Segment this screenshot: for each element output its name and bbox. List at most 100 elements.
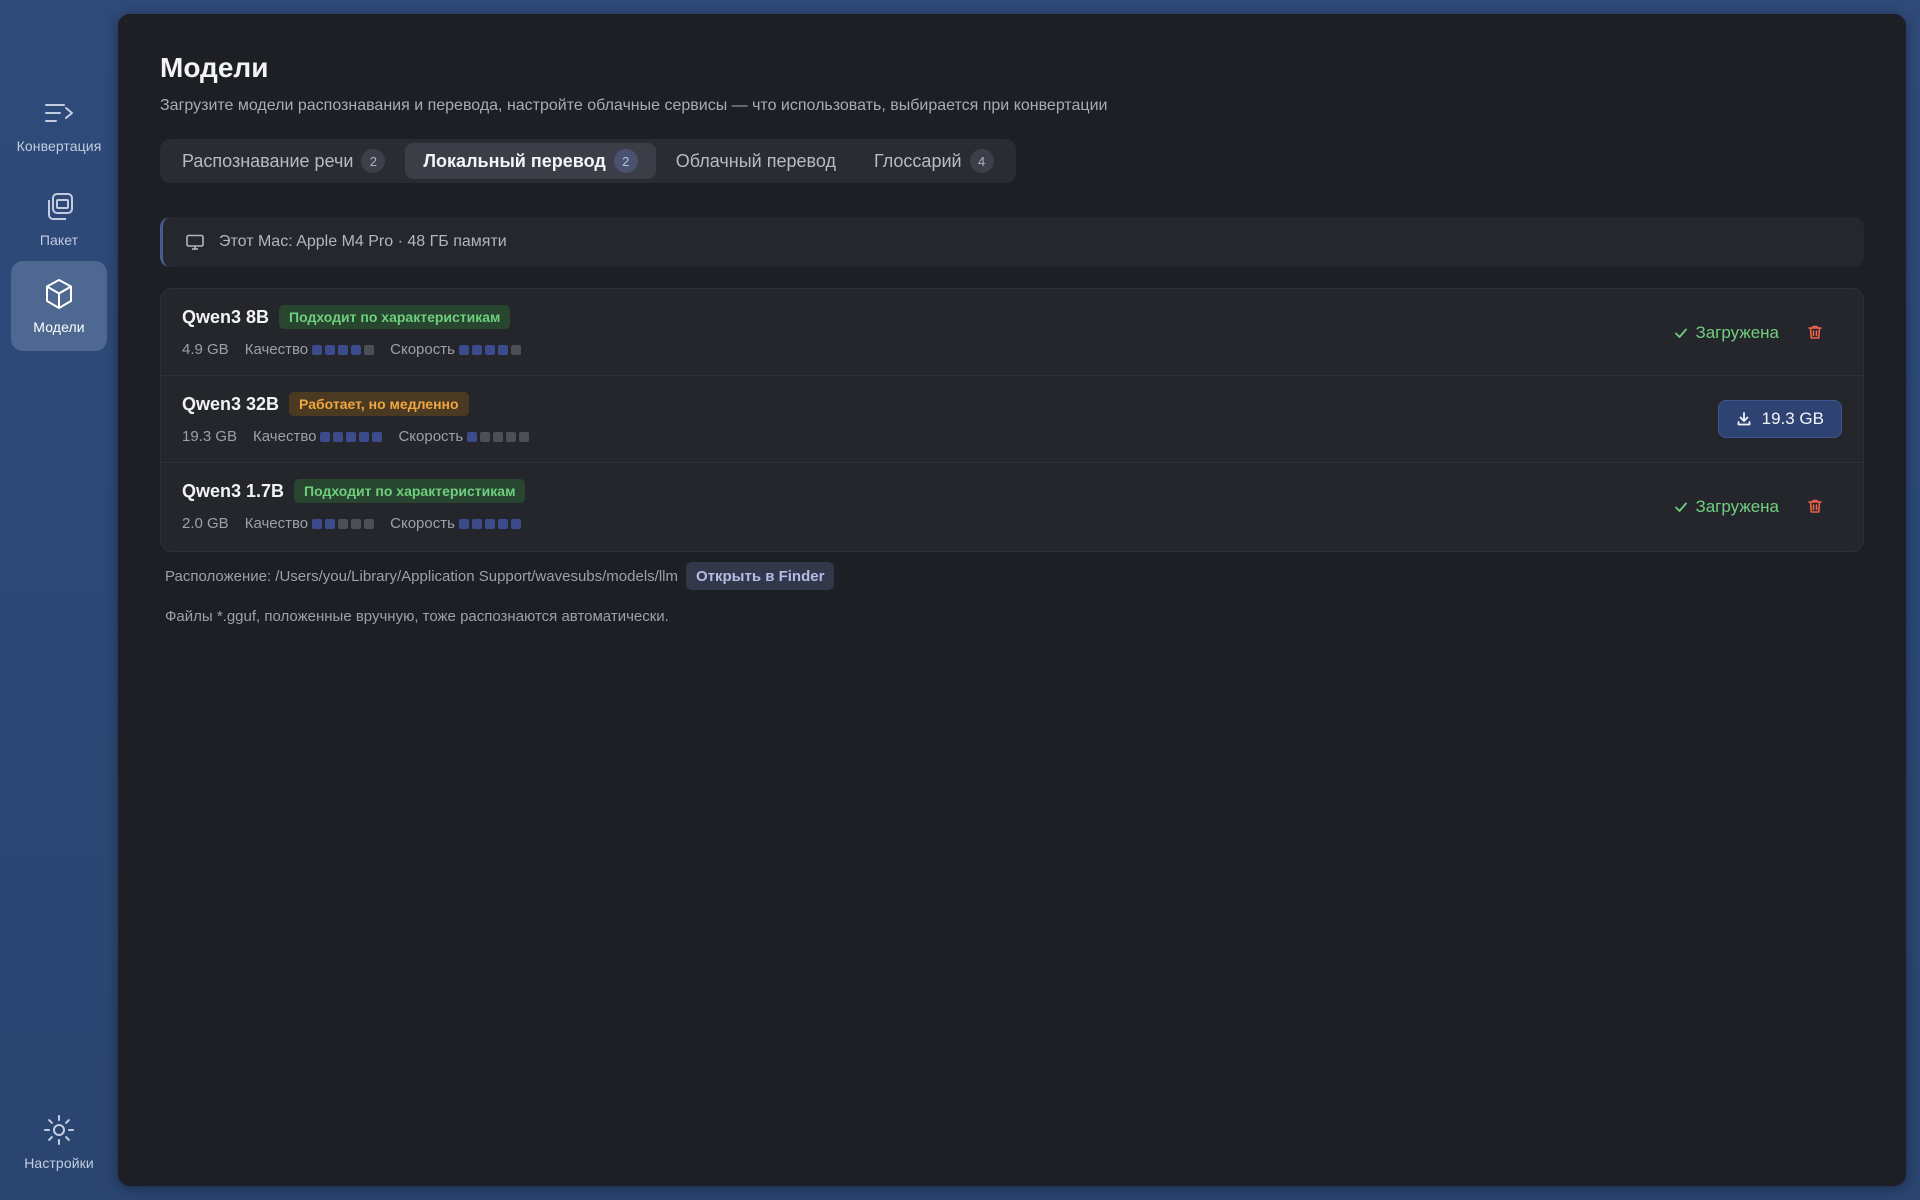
tab-label: Облачный перевод — [675, 150, 836, 171]
rating-dot — [458, 518, 469, 529]
model-size: 19.3 GB — [182, 428, 238, 445]
download-model-button[interactable]: 19.3 GB — [1717, 400, 1842, 438]
rating-dot — [364, 344, 375, 355]
rating-dot — [351, 518, 362, 529]
device-info-text: Этот Mac: Apple M4 Pro · 48 ГБ памяти — [219, 233, 507, 250]
monitor-icon — [186, 234, 204, 250]
rating-dot — [493, 431, 504, 442]
convert-icon — [45, 104, 73, 122]
rating-dot — [458, 344, 469, 355]
speed-label: Скорость — [390, 515, 455, 532]
tab-count-badge: 4 — [969, 149, 994, 173]
rating-dot — [320, 431, 331, 442]
sidebar-item-convert[interactable]: Конвертация — [11, 80, 107, 170]
loaded-status-label: Загружена — [1695, 497, 1779, 516]
rating-dot — [497, 518, 508, 529]
speed-label: Скорость — [390, 341, 455, 358]
rating-dot — [312, 518, 323, 529]
cube-icon — [46, 279, 72, 309]
trash-icon — [1808, 325, 1822, 339]
tab-count-badge: 2 — [613, 149, 638, 173]
page-title: Модели — [160, 52, 269, 83]
compatibility-badge: Работает, но медленно — [289, 392, 469, 416]
quality-label: Качество — [244, 515, 309, 532]
loaded-status: Загружена — [1674, 323, 1779, 343]
rating-dot — [510, 344, 521, 355]
model-size: 4.9 GB — [182, 341, 229, 358]
rating-dot — [519, 431, 530, 442]
rating-dot — [338, 518, 349, 529]
gguf-hint: Файлы *.gguf, положенные вручную, тоже р… — [165, 608, 669, 625]
rating-dot — [346, 431, 357, 442]
speed-rating — [467, 431, 530, 442]
delete-model-button[interactable] — [1805, 322, 1825, 342]
delete-model-button[interactable] — [1805, 496, 1825, 516]
rating-dot — [333, 431, 344, 442]
tab-label: Локальный перевод — [423, 150, 606, 171]
model-list: Qwen3 8B Подходит по характеристикам 4.9… — [160, 288, 1864, 552]
model-name: Qwen3 8B — [182, 306, 270, 327]
quality-rating — [320, 431, 383, 442]
sidebar-item-label: Модели — [33, 319, 85, 335]
rating-dot — [506, 431, 517, 442]
sidebar-item-label: Конвертация — [16, 138, 102, 154]
gear-icon — [44, 1115, 74, 1145]
rating-dot — [351, 344, 362, 355]
sidebar-item-batch[interactable]: Пакет — [11, 174, 107, 264]
speed-rating — [458, 344, 521, 355]
rating-dot — [372, 431, 383, 442]
model-row: Qwen3 8B Подходит по характеристикам 4.9… — [161, 289, 1863, 376]
quality-label: Качество — [244, 341, 309, 358]
compatibility-badge: Подходит по характеристикам — [294, 479, 526, 503]
page-subtitle: Загрузите модели распознавания и перевод… — [160, 97, 1108, 114]
rating-dot — [484, 518, 495, 529]
app-window: Конвертация Пакет Модели Настройки Модел… — [0, 0, 1920, 1200]
sidebar-item-label: Настройки — [24, 1155, 94, 1171]
model-size: 2.0 GB — [182, 515, 229, 532]
compatibility-badge: Подходит по характеристикам — [279, 305, 511, 329]
sidebar-item-label: Пакет — [39, 232, 79, 248]
device-info-banner: Этот Mac: Apple M4 Pro · 48 ГБ памяти — [160, 217, 1864, 267]
rating-dot — [480, 431, 491, 442]
tab-speech-recognition[interactable]: Распознавание речи 2 — [164, 143, 403, 179]
quality-label: Качество — [253, 428, 317, 445]
quality-rating — [312, 344, 375, 355]
main-panel: Модели Загрузите модели распознавания и … — [118, 14, 1906, 1186]
rating-dot — [364, 518, 375, 529]
sidebar-item-settings[interactable]: Настройки — [11, 1097, 107, 1187]
download-size-label: 19.3 GB — [1761, 409, 1824, 428]
tab-bar: Распознавание речи 2 Локальный перевод 2… — [160, 139, 1016, 183]
loaded-status-label: Загружена — [1695, 323, 1779, 342]
model-name: Qwen3 1.7B — [182, 480, 285, 501]
tab-cloud-translation[interactable]: Облачный перевод — [658, 143, 854, 179]
speed-label: Скорость — [398, 428, 464, 445]
trash-icon — [1808, 499, 1822, 513]
open-in-finder-button[interactable]: Открыть в Finder — [685, 562, 835, 590]
tab-label: Распознавание речи — [182, 150, 354, 171]
quality-rating — [312, 518, 375, 529]
loaded-status: Загружена — [1674, 497, 1779, 517]
model-row: Qwen3 32B Работает, но медленно 19.3 GB … — [161, 376, 1863, 463]
sidebar-item-models[interactable]: Модели — [11, 261, 107, 351]
rating-dot — [325, 518, 336, 529]
rating-dot — [338, 344, 349, 355]
speed-rating — [458, 518, 521, 529]
sidebar: Конвертация Пакет Модели Настройки — [0, 0, 118, 1200]
rating-dot — [359, 431, 370, 442]
rating-dot — [484, 344, 495, 355]
rating-dot — [325, 344, 336, 355]
models-location: Расположение: /Users/you/Library/Applica… — [165, 562, 835, 590]
tab-local-translation[interactable]: Локальный перевод 2 — [405, 143, 656, 179]
rating-dot — [471, 344, 482, 355]
rating-dot — [497, 344, 508, 355]
rating-dot — [510, 518, 521, 529]
download-icon — [1737, 412, 1751, 426]
checkmark-icon — [1675, 502, 1688, 512]
batch-icon — [48, 193, 73, 220]
tab-count-badge: 2 — [361, 149, 386, 173]
rating-dot — [467, 431, 478, 442]
tab-label: Глоссарий — [873, 150, 962, 171]
tab-glossary[interactable]: Глоссарий 4 — [856, 143, 1012, 179]
model-name: Qwen3 32B — [182, 393, 280, 414]
models-location-path: Расположение: /Users/you/Library/Applica… — [165, 567, 678, 585]
